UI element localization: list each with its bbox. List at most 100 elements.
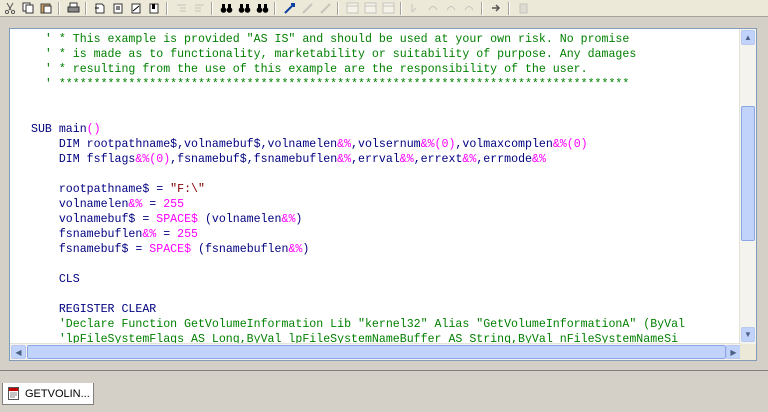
cut-button[interactable]	[3, 2, 18, 15]
compile-icon	[284, 3, 295, 14]
code-token: volnamebuf$ =	[31, 213, 157, 226]
code-token: CLS	[31, 273, 80, 286]
code-token: ,errmode	[476, 153, 532, 166]
debug-button[interactable]	[318, 2, 333, 15]
toolbar-separator	[337, 1, 338, 15]
cut-icon	[4, 2, 16, 14]
bookmark-button[interactable]	[147, 2, 162, 15]
scroll-down-button[interactable]: ▼	[741, 327, 755, 342]
menu-more-icon	[519, 3, 528, 14]
step-out-button[interactable]	[444, 2, 459, 15]
horizontal-scroll-thumb[interactable]	[27, 345, 726, 359]
indent-icon	[177, 4, 186, 12]
code-token: ' * resulting from the use of this examp…	[31, 63, 588, 76]
print-icon	[67, 2, 80, 13]
code-token: &%	[281, 213, 296, 226]
code-token: SPACE$	[149, 243, 192, 256]
code-token: &%(0)	[420, 138, 456, 151]
code-token: fsnamebuflen	[31, 228, 143, 241]
run-to-cursor-button[interactable]	[462, 2, 477, 15]
binoculars-prev-icon	[256, 4, 269, 13]
code-token: fsnamebuf$ =	[31, 243, 150, 256]
toolbar-separator	[508, 1, 509, 15]
code-token: 'Declare Function GetVolumeInformation L…	[31, 318, 685, 331]
code-token: &%	[337, 153, 352, 166]
vertical-scroll-thumb[interactable]	[741, 106, 755, 241]
indent-button[interactable]	[174, 2, 189, 15]
bookmark-icon	[149, 3, 159, 14]
code-token: &%	[142, 228, 157, 241]
toolbar-separator	[166, 1, 167, 15]
code-line: SUB main()	[31, 122, 101, 137]
code-token: )	[295, 213, 303, 226]
code-line: rootpathname$ = "F:\"	[31, 182, 205, 197]
tab-label: GETVOLIN...	[25, 387, 90, 400]
code-token: DIM fsflags	[31, 153, 136, 166]
debug-icon	[320, 3, 331, 14]
binoculars-button[interactable]	[219, 2, 234, 15]
horizontal-scrollbar[interactable]: ◀ ▶	[10, 343, 741, 360]
replace-button[interactable]	[129, 2, 144, 15]
scroll-left-button[interactable]: ◀	[11, 345, 26, 359]
code-token: &%	[462, 153, 477, 166]
code-token: &%(0)	[135, 153, 171, 166]
code-token: ,errval	[351, 153, 400, 166]
window-arrange-button[interactable]	[381, 2, 396, 15]
code-token: SPACE$	[156, 213, 198, 226]
toolbar-separator	[58, 1, 59, 15]
code-token: &%	[532, 153, 546, 166]
code-token: (fsnamebuflen	[191, 243, 289, 256]
code-token: )	[302, 243, 310, 256]
replace-icon	[131, 3, 141, 14]
toolbar-separator	[211, 1, 212, 15]
outdent-icon	[195, 4, 204, 12]
code-token: ,fsnamebuf$,fsnamebuflen	[170, 153, 338, 166]
window-cascade-icon	[364, 2, 377, 14]
code-token: &%	[128, 198, 143, 211]
code-token: =	[142, 198, 164, 211]
code-token: ,volmaxcomplen	[455, 138, 553, 151]
binoculars-next-icon	[238, 4, 251, 13]
window-cascade-button[interactable]	[363, 2, 378, 15]
scroll-right-button[interactable]: ▶	[726, 345, 741, 359]
forward-button[interactable]	[489, 2, 504, 15]
paste-button[interactable]	[39, 2, 54, 15]
find-button[interactable]	[93, 2, 108, 15]
step-into-button[interactable]	[408, 2, 423, 15]
vertical-scrollbar[interactable]: ▲ ▼	[739, 29, 756, 344]
code-line: ' * This example is provided "AS IS" and…	[31, 32, 629, 47]
copy-button[interactable]	[21, 2, 36, 15]
run-button[interactable]	[300, 2, 315, 15]
code-line: DIM fsflags&%(0),fsnamebuf$,fsnamebuflen…	[31, 152, 546, 167]
code-line: fsnamebuflen&% = 255	[31, 227, 198, 242]
find-next-button[interactable]	[111, 2, 126, 15]
code-line: DIM rootpathname$,volnamebuf$,volnamelen…	[31, 137, 588, 152]
code-line: volnamebuf$ = SPACE$ (volnamelen&%)	[31, 212, 303, 227]
code-token: rootpathname$ =	[31, 183, 171, 196]
toolbar-separator	[400, 1, 401, 15]
scroll-up-button[interactable]: ▲	[741, 30, 755, 45]
code-token: ()	[86, 123, 101, 136]
toolbar	[0, 0, 768, 17]
code-editor[interactable]: ' * This example is provided "AS IS" and…	[9, 28, 757, 361]
find-icon	[95, 3, 105, 14]
code-line: ' * resulting from the use of this examp…	[31, 62, 588, 77]
window-tile-icon	[346, 2, 359, 14]
code-line: CLS	[31, 272, 80, 287]
window-tile-button[interactable]	[345, 2, 360, 15]
code-token: ' * This example is provided "AS IS" and…	[31, 33, 630, 46]
compile-button[interactable]	[282, 2, 297, 15]
code-line: ' * is made as to functionality, marketa…	[31, 47, 636, 62]
binoculars-next-button[interactable]	[237, 2, 252, 15]
tab-getvolin[interactable]: GETVOLIN...	[2, 383, 94, 405]
code-token: ,volsernum	[351, 138, 421, 151]
step-over-button[interactable]	[426, 2, 441, 15]
binoculars-icon	[220, 4, 233, 13]
print-button[interactable]	[66, 2, 81, 15]
code-area[interactable]: ' * This example is provided "AS IS" and…	[10, 29, 741, 360]
menu-more-button[interactable]	[516, 2, 531, 15]
code-token: 255	[163, 198, 185, 211]
binoculars-prev-button[interactable]	[255, 2, 270, 15]
outdent-button[interactable]	[192, 2, 207, 15]
code-token: REGISTER CLEAR	[31, 303, 157, 316]
